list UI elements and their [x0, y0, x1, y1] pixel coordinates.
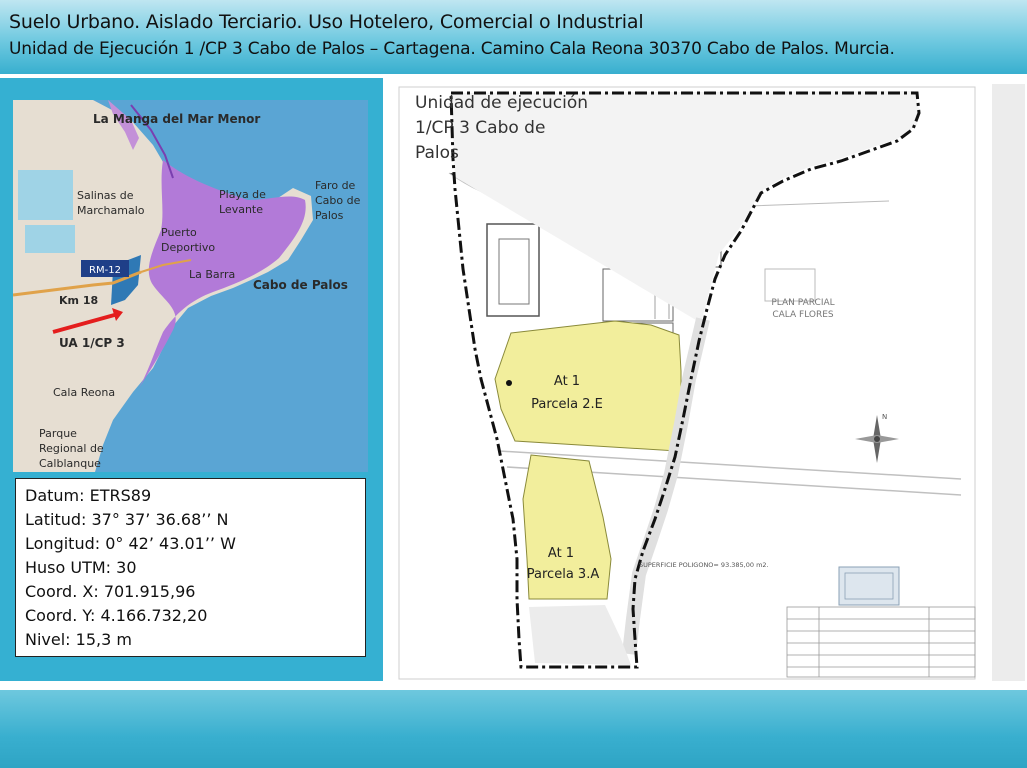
datum-text: Datum: ETRS89	[25, 486, 152, 505]
header-banner: Suelo Urbano. Aislado Terciario. Uso Hot…	[0, 0, 1027, 74]
playa-label-line2: Levante	[219, 203, 263, 216]
puerto-label-line2: Deportivo	[161, 241, 215, 254]
puerto-label-line1: Puerto	[161, 226, 197, 239]
page-subtitle: Unidad de Ejecución 1 /CP 3 Cabo de Palo…	[9, 39, 895, 59]
north-label: N	[882, 413, 887, 421]
cala-reona-label: Cala Reona	[53, 386, 115, 399]
playa-label-line1: Playa de	[219, 188, 266, 201]
latitude-text: Latitud: 37° 37’ 36.68’’ N	[25, 510, 229, 529]
parcel-3a-label-line1: At 1	[548, 546, 574, 561]
ua-label: UA 1/CP 3	[59, 336, 125, 350]
footer-banner	[0, 690, 1027, 768]
la-barra-label: La Barra	[189, 268, 235, 281]
utm-zone-text: Huso UTM: 30	[25, 558, 137, 577]
parcel-2e-label-line2: Parcela 2.E	[531, 397, 603, 412]
right-strip	[992, 84, 1025, 681]
parque-label-line2: Regional de	[39, 442, 104, 455]
surface-area-label: SUPERFICIE POLIGONO= 93.385,00 m2.	[639, 561, 769, 569]
plan-title-line1: Unidad de ejecución	[415, 93, 588, 113]
faro-label-line2: Cabo de	[315, 194, 361, 207]
parcel-3a-label-line2: Parcela 3.A	[527, 567, 600, 582]
longitude-text: Longitud: 0° 42’ 43.01’’ W	[25, 534, 236, 553]
km18-label: Km 18	[59, 294, 98, 307]
cabo-de-palos-label: Cabo de Palos	[253, 278, 348, 292]
stamp-icon	[838, 566, 900, 606]
rm12-label: RM-12	[89, 265, 121, 276]
coordinates-info-box: Datum: ETRS89 Latitud: 37° 37’ 36.68’’ N…	[15, 478, 366, 657]
salinas-label-line2: Marchamalo	[77, 204, 145, 217]
coord-y-text: Coord. Y: 4.166.732,20	[25, 606, 208, 625]
plan-parcial-label-line1: PLAN PARCIAL	[771, 298, 834, 308]
location-map: RM-12 La Manga del Mar Menor Salinas de …	[13, 100, 368, 472]
plan-title-line3: Palos	[415, 143, 459, 163]
site-plan: Unidad de ejecución 1/CP 3 Cabo de Palos…	[389, 79, 985, 681]
parque-label-line3: Calblanque	[39, 457, 101, 470]
plan-parcial-label-line2: CALA FLORES	[772, 310, 834, 320]
page-title: Suelo Urbano. Aislado Terciario. Uso Hot…	[9, 11, 644, 33]
plan-title-line2: 1/CP 3 Cabo de	[415, 118, 545, 138]
faro-label-line1: Faro de	[315, 179, 356, 192]
faro-label-line3: Palos	[315, 209, 344, 222]
coord-x-text: Coord. X: 701.915,96	[25, 582, 196, 601]
la-manga-label: La Manga del Mar Menor	[93, 112, 260, 126]
elevation-text: Nivel: 15,3 m	[25, 630, 132, 649]
parque-label-line1: Parque	[39, 427, 77, 440]
parcel-2e-label-line1: At 1	[554, 374, 580, 389]
salinas-label-line1: Salinas de	[77, 189, 134, 202]
